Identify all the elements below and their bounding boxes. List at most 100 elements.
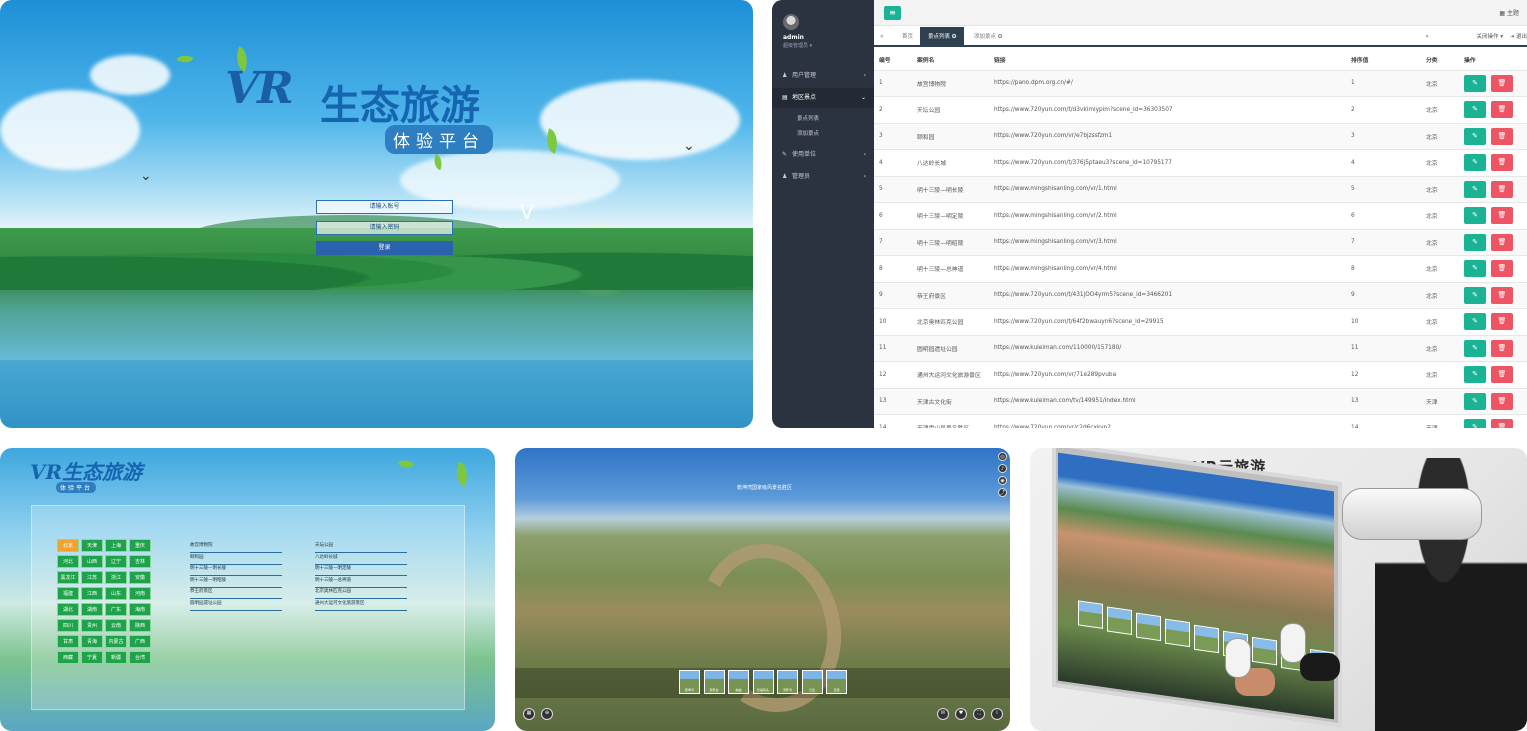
edit-button[interactable]: ✎	[1464, 419, 1486, 428]
like-icon[interactable]: ♥	[955, 708, 967, 720]
province-button[interactable]: 重庆	[129, 539, 151, 552]
edit-button[interactable]: ✎	[1464, 127, 1486, 145]
edit-button[interactable]: ✎	[1464, 260, 1486, 278]
login-button[interactable]: 登录	[316, 241, 453, 255]
delete-button[interactable]: 🗑	[1491, 339, 1513, 357]
edit-button[interactable]: ✎	[1464, 154, 1486, 172]
province-button[interactable]: 宁夏	[81, 651, 103, 664]
edit-button[interactable]: ✎	[1464, 339, 1486, 357]
province-button[interactable]: 河北	[57, 555, 79, 568]
scene-thumbnail[interactable]: 河怀湾	[777, 670, 798, 694]
row-link-cell[interactable]: https://www.mingshisanling.com/vr/3.html	[989, 229, 1346, 256]
column-header[interactable]: 链接	[989, 50, 1346, 71]
sidebar-item-spots[interactable]: ▤ 地区景点 ⌄	[772, 88, 874, 108]
row-link-cell[interactable]: https://www.kuleiman.com/tv/149951/index…	[989, 388, 1346, 415]
province-button[interactable]: 新疆	[105, 651, 127, 664]
scene-thumbnail[interactable]: 蛇曲	[728, 670, 749, 694]
row-link-cell[interactable]: https://www.720yun.com/t/64f2bwauyn6?sce…	[989, 308, 1346, 336]
province-button[interactable]: 江苏	[81, 571, 103, 584]
password-input[interactable]: 请输入密码	[316, 221, 453, 235]
tab-home[interactable]: 首页	[894, 27, 921, 47]
theme-button[interactable]: ▦ 主题	[1499, 8, 1519, 17]
province-button[interactable]: 湖南	[81, 603, 103, 616]
sidebar-item-users[interactable]: ♟ 用户管理 ‹	[772, 66, 874, 86]
province-button[interactable]: 四川	[57, 619, 79, 632]
row-link-cell[interactable]: https://www.720yun.com/vr/e7bjzssfzm1	[989, 123, 1346, 150]
province-button[interactable]: 辽宁	[105, 555, 127, 568]
edit-button[interactable]: ✎	[1464, 313, 1486, 331]
scenic-spot-link[interactable]: 八达岭长城	[315, 553, 407, 565]
sidebar-subitem-spot-list[interactable]: 景点列表	[797, 114, 819, 122]
province-button[interactable]: 西藏	[57, 651, 79, 664]
scenic-spot-link[interactable]: 天坛公园	[315, 541, 407, 553]
gyroscope-icon[interactable]: ◎	[998, 452, 1007, 461]
row-link-cell[interactable]: https://www.mingshisanling.com/vr/1.html	[989, 176, 1346, 203]
row-link-cell[interactable]: https://www.mingshisanling.com/vr/4.html	[989, 255, 1346, 283]
column-header[interactable]: 案例名	[912, 50, 989, 71]
column-header[interactable]: 排序值	[1346, 50, 1421, 71]
scene-thumbnail[interactable]: 乾坤湾	[679, 670, 700, 694]
edit-button[interactable]: ✎	[1464, 233, 1486, 251]
row-link-cell[interactable]: https://www.720yun.com/vr/71e289pvuba	[989, 361, 1346, 389]
province-button[interactable]: 江西	[81, 587, 103, 600]
tab-spot-list[interactable]: 景点列表 ✪	[920, 27, 965, 47]
delete-button[interactable]: 🗑	[1491, 207, 1513, 225]
edit-button[interactable]: ✎	[1464, 101, 1486, 119]
map-icon[interactable]: ⊕	[541, 708, 553, 720]
province-button[interactable]: 河南	[129, 587, 151, 600]
music-icon[interactable]: ♪	[998, 464, 1007, 473]
province-button[interactable]: 山东	[105, 587, 127, 600]
delete-button[interactable]: 🗑	[1491, 419, 1513, 428]
province-button[interactable]: 陕西	[129, 619, 151, 632]
sidebar-item-admins[interactable]: ♟ 管理员 ‹	[772, 167, 874, 187]
delete-button[interactable]: 🗑	[1491, 313, 1513, 331]
province-button[interactable]: 台湾	[129, 651, 151, 664]
scene-list-icon[interactable]: ▦	[523, 708, 535, 720]
province-button[interactable]: 天津	[81, 539, 103, 552]
username-input[interactable]: 请输入账号	[316, 200, 453, 214]
province-button[interactable]: 海南	[129, 603, 151, 616]
sidebar-subitem-add-spot[interactable]: 添加景点	[797, 129, 819, 137]
edit-button[interactable]: ✎	[1464, 392, 1486, 410]
edit-button[interactable]: ✎	[1464, 180, 1486, 198]
edit-button[interactable]: ✎	[1464, 74, 1486, 92]
row-link-cell[interactable]: https://www.720yun.com/t/d3vkimiypim?sce…	[989, 96, 1346, 124]
row-link-cell[interactable]: https://www.720yun.com/t/376j5ptaeu3?sce…	[989, 149, 1346, 177]
edit-button[interactable]: ✎	[1464, 366, 1486, 384]
province-button[interactable]: 云南	[105, 619, 127, 632]
close-operations-dropdown[interactable]: 关闭操作 ▾	[1476, 27, 1503, 47]
column-header[interactable]: 分类	[1421, 50, 1459, 71]
province-button[interactable]: 浙江	[105, 571, 127, 584]
scenic-spot-link[interactable]: 恭王府景区	[190, 587, 282, 599]
delete-button[interactable]: 🗑	[1491, 180, 1513, 198]
column-header[interactable]: 编号	[874, 50, 912, 71]
province-button[interactable]: 上海	[105, 539, 127, 552]
delete-button[interactable]: 🗑	[1491, 366, 1513, 384]
comment-icon[interactable]: ✉	[937, 708, 949, 720]
row-link-cell[interactable]: https://www.kuleiman.com/110000/157180/	[989, 335, 1346, 362]
province-button[interactable]: 青海	[81, 635, 103, 648]
province-button[interactable]: 北京	[57, 539, 79, 552]
tab-add-spot[interactable]: 添加景点 ✪	[966, 27, 1010, 47]
row-link-cell[interactable]: https://www.720yun.com/t/431jOO4yrm5?sce…	[989, 282, 1346, 309]
scenic-spot-link[interactable]: 明十三陵—明定陵	[315, 564, 407, 576]
province-button[interactable]: 福建	[57, 587, 79, 600]
edit-button[interactable]: ✎	[1464, 286, 1486, 304]
share-icon[interactable]: ⤴	[998, 488, 1007, 497]
scenic-spot-link[interactable]: 圆明园遗址公园	[190, 599, 282, 611]
delete-button[interactable]: 🗑	[1491, 74, 1513, 92]
scene-thumbnail[interactable]: 观景台	[703, 670, 725, 694]
row-link-cell[interactable]: https://www.720yun.com/vr/c2d6cxkyn2	[989, 414, 1346, 428]
province-button[interactable]: 安徽	[129, 571, 151, 584]
scenic-spot-link[interactable]: 颐和园	[190, 553, 282, 565]
sidebar-item-units[interactable]: ✎ 使用单位 ‹	[772, 145, 874, 165]
menu-toggle-button[interactable]: ≡	[884, 6, 901, 20]
delete-button[interactable]: 🗑	[1491, 101, 1513, 119]
info-icon[interactable]: i	[991, 708, 1003, 720]
row-link-cell[interactable]: https://pano.dpm.org.cn/#/	[989, 70, 1346, 97]
province-button[interactable]: 吉林	[129, 555, 151, 568]
tab-scroll-right-icon[interactable]: »	[1425, 27, 1429, 47]
exit-button[interactable]: ⇥ 退出	[1510, 27, 1527, 47]
scenic-spot-link[interactable]: 明十三陵—明昭陵	[190, 576, 282, 588]
scene-thumbnail[interactable]: 日出	[801, 670, 823, 694]
